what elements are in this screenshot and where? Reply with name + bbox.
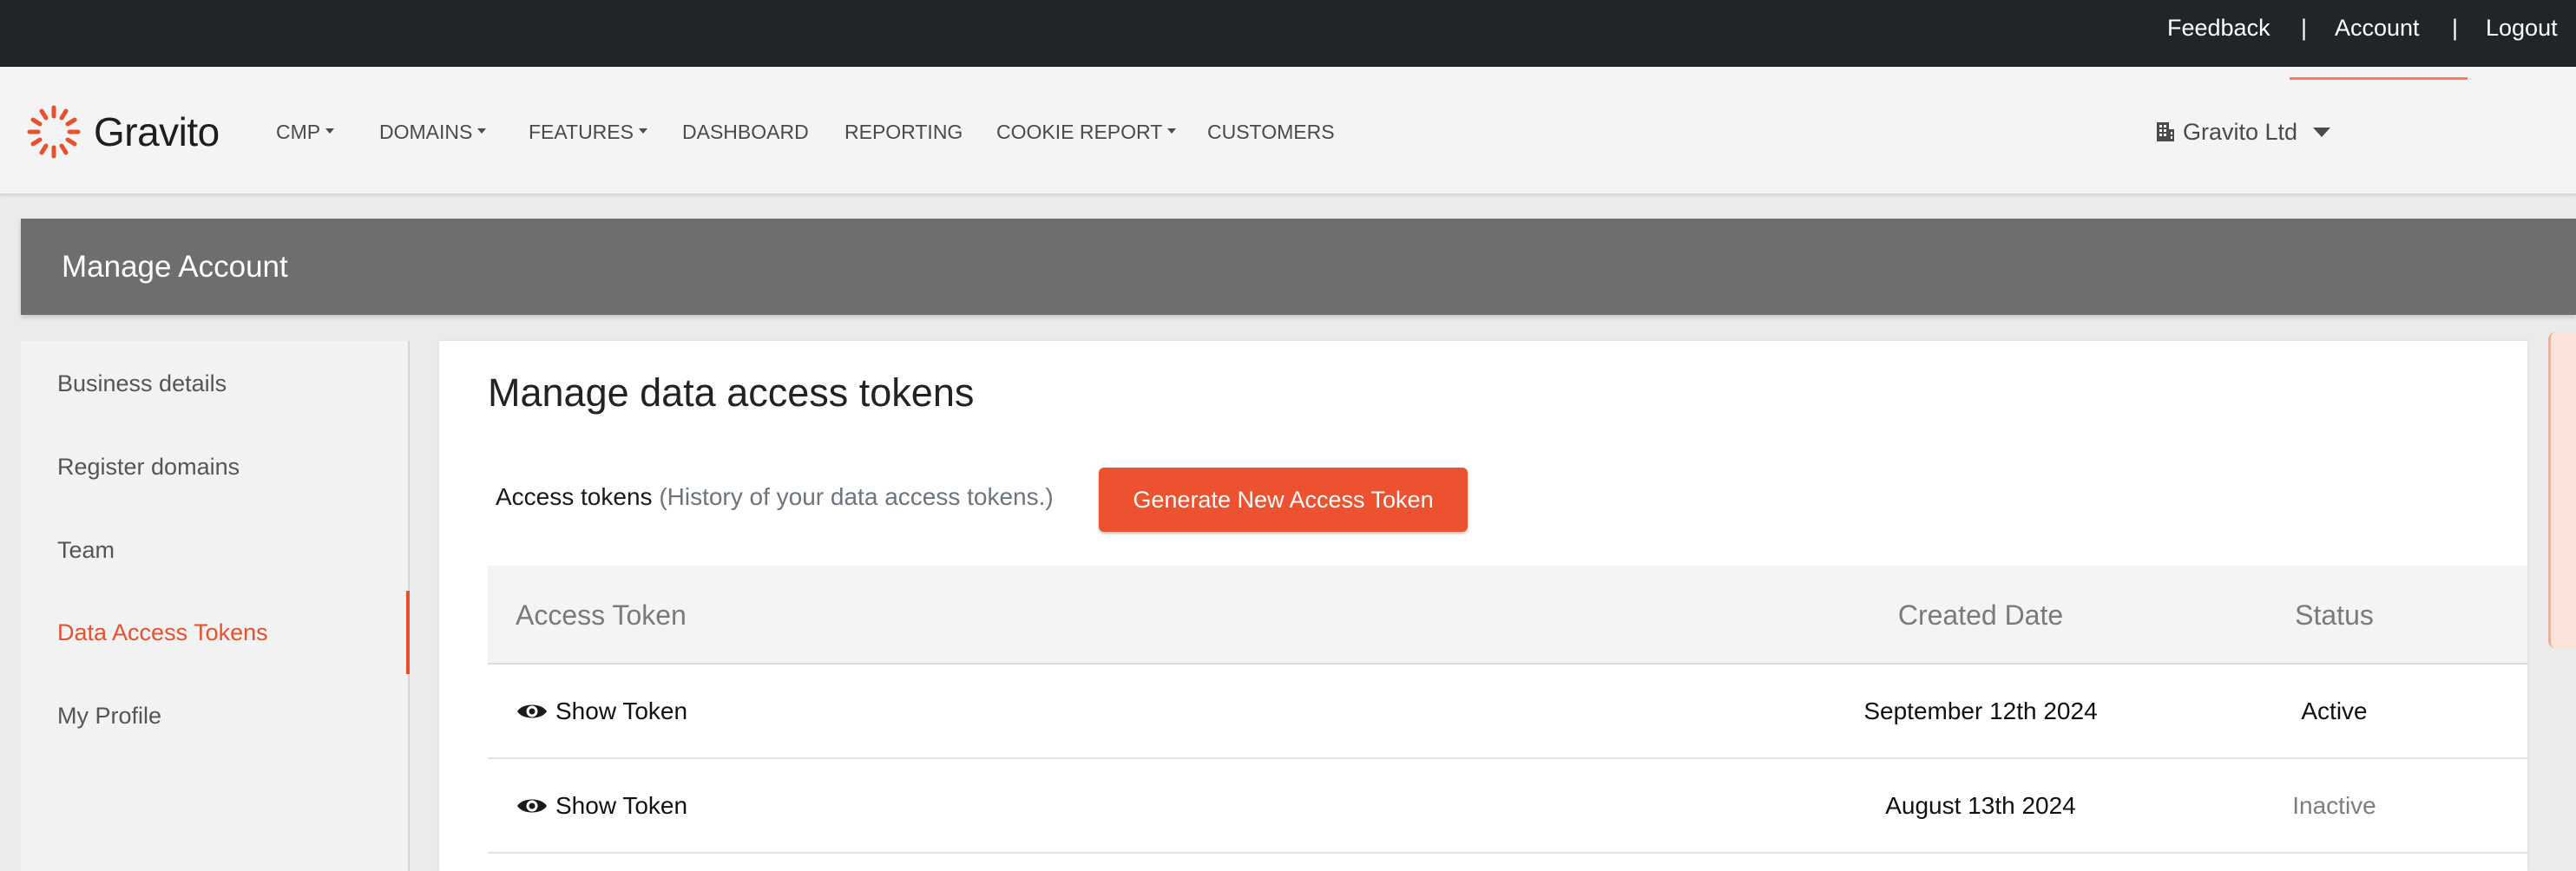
nav-reporting[interactable]: REPORTING [844, 118, 963, 146]
table-header: Access Token Created Date Status [488, 566, 2527, 665]
caret-down-icon [638, 128, 647, 134]
main-navbar: Gravito CMP DOMAINS FEATURES DASHBOARD R… [0, 67, 2576, 195]
organization-selector[interactable]: Gravito Ltd [2155, 116, 2331, 147]
sidebar-item-my-profile[interactable]: My Profile [57, 698, 161, 733]
content-card: Manage data access tokens Access tokens … [439, 341, 2527, 871]
building-icon [2157, 122, 2174, 141]
generate-token-button[interactable]: Generate New Access Token [1099, 468, 1468, 532]
sidebar-active-indicator [406, 591, 410, 674]
column-header-created-date: Created Date [1897, 599, 2064, 631]
show-token-label: Show Token [555, 697, 688, 724]
access-tokens-caption: Access tokens (History of your data acce… [496, 480, 1054, 514]
gravito-logo-icon [27, 105, 81, 159]
top-utility-bar: Feedback | Account | Logout [0, 0, 2576, 67]
access-tokens-hint: (History of your data access tokens.) [659, 483, 1054, 510]
sidebar-item-register-domains[interactable]: Register domains [57, 449, 240, 484]
sidebar-item-team[interactable]: Team [57, 533, 115, 567]
organization-name: Gravito Ltd [2183, 119, 2298, 145]
nav-label: CUSTOMERS [1207, 121, 1335, 143]
created-date: September 12th 2024 [1863, 697, 2098, 724]
nav-cmp[interactable]: CMP [276, 118, 335, 146]
feedback-link[interactable]: Feedback [2167, 0, 2270, 56]
caret-down-icon [477, 128, 487, 134]
nav-label: FEATURES [529, 121, 634, 143]
nav-label: DASHBOARD [682, 121, 809, 143]
separator: | [2452, 15, 2459, 41]
brand-name: Gravito [94, 109, 220, 154]
manage-account-header: Manage Account [21, 219, 2576, 315]
side-feedback-tab[interactable] [2548, 332, 2576, 648]
show-token-button[interactable]: Show Token [516, 665, 687, 757]
status-value: Inactive [2292, 792, 2376, 819]
separator: | [2301, 15, 2308, 41]
status-value: Active [2301, 697, 2368, 724]
sidebar-item-business-details[interactable]: Business details [57, 366, 227, 401]
table-row: Show Token September 12th 2024 Active [488, 665, 2527, 759]
caret-down-icon [325, 128, 335, 134]
account-active-indicator [2290, 77, 2468, 80]
page-title: Manage Account [62, 250, 288, 284]
nav-features[interactable]: FEATURES [529, 118, 647, 146]
tokens-table: Access Token Created Date Status Show To… [488, 566, 2527, 854]
sidebar-item-data-access-tokens[interactable]: Data Access Tokens [57, 615, 268, 650]
show-token-button[interactable]: Show Token [516, 759, 687, 852]
account-link[interactable]: Account [2335, 0, 2420, 56]
caret-down-icon [2313, 127, 2331, 137]
created-date: August 13th 2024 [1885, 792, 2076, 819]
show-token-label: Show Token [555, 792, 688, 819]
table-row: Show Token August 13th 2024 Inactive [488, 759, 2527, 854]
nav-label: REPORTING [844, 121, 963, 143]
logout-link[interactable]: Logout [2486, 0, 2558, 56]
gravito-logo[interactable]: Gravito [26, 104, 220, 160]
account-sidebar: Business details Register domains Team D… [21, 341, 410, 871]
nav-domains[interactable]: DOMAINS [379, 118, 487, 146]
nav-cookie-report[interactable]: COOKIE REPORT [996, 118, 1177, 146]
access-tokens-label: Access tokens [496, 483, 653, 510]
column-header-access-token: Access Token [516, 599, 687, 631]
column-header-status: Status [2295, 599, 2374, 631]
caret-down-icon [1167, 128, 1177, 134]
eye-icon [517, 704, 547, 717]
nav-dashboard[interactable]: DASHBOARD [682, 118, 809, 146]
eye-icon [517, 799, 547, 812]
section-heading: Manage data access tokens [488, 370, 975, 415]
nav-label: CMP [276, 121, 321, 143]
nav-label: COOKIE REPORT [996, 121, 1163, 143]
nav-label: DOMAINS [379, 121, 473, 143]
nav-customers[interactable]: CUSTOMERS [1207, 118, 1335, 146]
